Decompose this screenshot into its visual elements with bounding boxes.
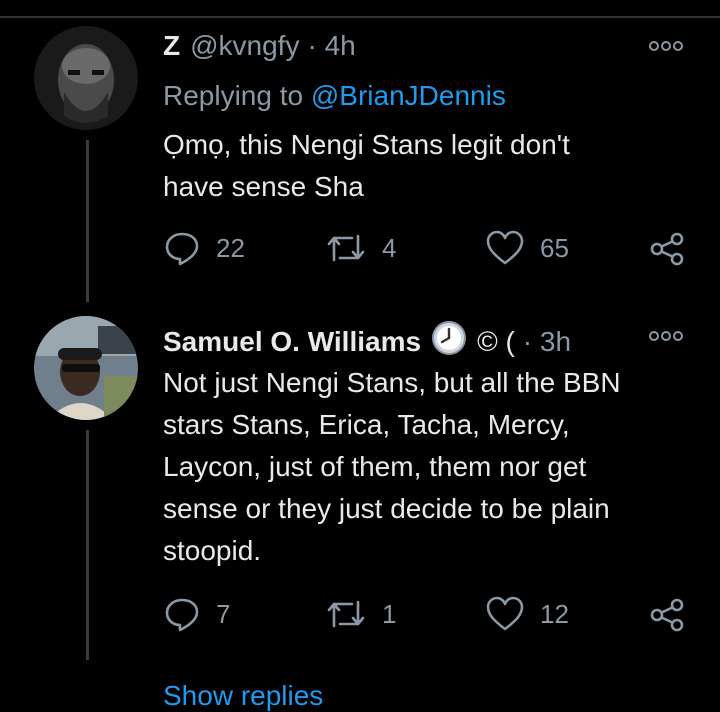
tweet-text: Ọmọ, this Nengi Stans legit don't have s… — [163, 129, 570, 202]
retweet-count: 1 — [382, 598, 397, 629]
like-button[interactable]: 65 — [486, 230, 569, 266]
more-icon[interactable] — [648, 38, 684, 59]
like-count: 12 — [540, 598, 569, 629]
reply-button[interactable]: 7 — [164, 596, 230, 632]
avatar[interactable] — [34, 316, 138, 420]
share-button[interactable] — [650, 232, 684, 266]
retweet-button[interactable]: 4 — [326, 230, 396, 266]
name-suffix: © ( — [477, 325, 515, 357]
timestamp[interactable]: · 3h — [523, 326, 571, 358]
tweet-header: Z @kvngfy · 4h — [163, 30, 356, 62]
tweet-text: Not just Nengi Stans, but all the BBN st… — [163, 367, 621, 566]
show-replies-link[interactable]: Show replies — [163, 680, 323, 712]
like-count: 65 — [540, 232, 569, 263]
display-name[interactable]: Z — [163, 30, 180, 62]
handle[interactable]: @kvngfy — [190, 30, 299, 62]
thread-line — [86, 140, 89, 302]
share-icon — [650, 232, 684, 266]
more-icon[interactable] — [648, 328, 684, 349]
reply-button[interactable]: 22 — [164, 230, 245, 266]
replying-handle-link[interactable]: @BrianJDennis — [311, 80, 506, 111]
like-button[interactable]: 12 — [486, 596, 569, 632]
tweet-header: Samuel O. Williams © ( · 3h — [163, 320, 571, 363]
reply-count: 7 — [216, 598, 231, 629]
reply-icon — [165, 232, 199, 266]
like-icon — [486, 230, 524, 265]
avatar[interactable] — [34, 26, 138, 130]
replying-to: Replying to @BrianJDennis — [163, 80, 506, 112]
reply-icon — [165, 598, 199, 632]
timestamp[interactable]: · 4h — [307, 30, 355, 62]
display-name[interactable]: Samuel O. Williams — [163, 326, 421, 358]
retweet-button[interactable]: 1 — [326, 596, 396, 632]
retweet-icon — [327, 234, 365, 262]
top-divider — [0, 16, 720, 18]
clock-icon — [431, 320, 467, 363]
retweet-count: 4 — [382, 232, 397, 263]
reply-count: 22 — [216, 232, 245, 263]
retweet-icon — [327, 600, 365, 628]
like-icon — [486, 596, 524, 631]
replying-label: Replying to — [163, 80, 304, 111]
thread-line — [86, 430, 89, 660]
share-icon — [650, 598, 684, 632]
share-button[interactable] — [650, 598, 684, 632]
